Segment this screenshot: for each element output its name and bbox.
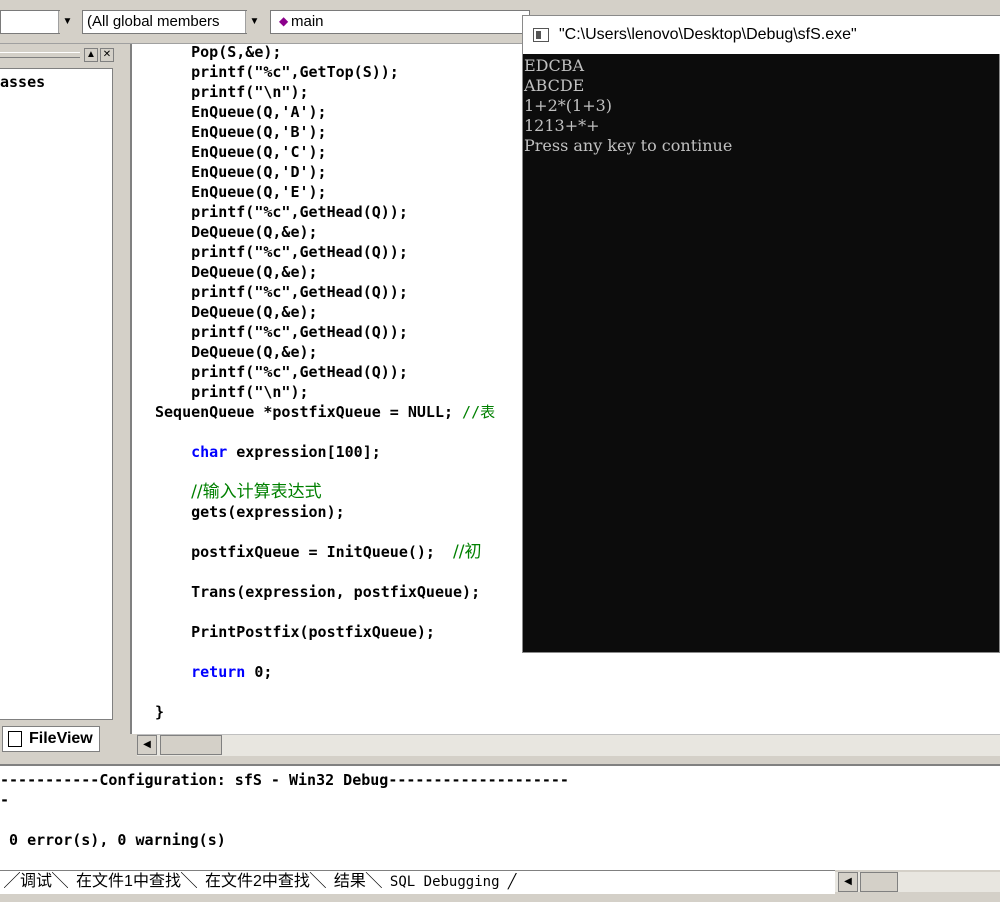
panel-maximize-button[interactable]: ▲ (84, 48, 98, 62)
code-text: } (155, 703, 165, 721)
code-line-return: return 0; (155, 662, 272, 682)
tab-results-label: 结果 (333, 873, 366, 890)
code-text: 0; (245, 663, 273, 681)
code-text: gets(expression); (191, 503, 345, 521)
keyword-char: char (191, 443, 228, 461)
code-line-trans: Trans(expression, postfixQueue); (155, 582, 480, 602)
code-line: printf("%c",GetHead(Q)); (155, 203, 408, 221)
class-tree[interactable]: asses (0, 68, 113, 720)
tab-find-in-files-2[interactable]: 在文件2中查找╲ (201, 871, 330, 893)
class-combo[interactable] (0, 10, 60, 34)
tab-fileview-label: FileView (29, 730, 93, 747)
code-line-char-decl: char expression[100]; (155, 442, 381, 462)
code-line: DeQueue(Q,&e); (155, 343, 318, 361)
code-line: printf("%c",GetTop(S)); (155, 63, 399, 81)
tab-debug-label: 调试 (20, 873, 53, 890)
output-tabs: ╱调试╲ 在文件1中查找╲ 在文件2中查找╲ 结果╲ SQL Debugging ╱ (0, 870, 835, 894)
console-title: "C:\Users\lenovo\Desktop\Debug\sfS.exe" (559, 26, 857, 43)
class-combo-dropdown-button[interactable]: ▼ (58, 11, 76, 33)
code-comment: //表 (462, 403, 496, 421)
keyword-return: return (191, 663, 246, 681)
console-output-line: 1213+*+ (524, 116, 600, 135)
code-comment: //初 (453, 542, 482, 562)
tab-sql-debugging[interactable]: SQL Debugging ╱ (386, 871, 520, 893)
build-dash-line: - (0, 791, 10, 809)
output-panel[interactable]: -----------Configuration: sfS - Win32 De… (0, 764, 1000, 870)
function-icon: ◆ (279, 14, 289, 28)
code-line: DeQueue(Q,&e); (155, 263, 318, 281)
code-comment: //输入计算表达式 (191, 482, 322, 502)
console-window[interactable]: "C:\Users\lenovo\Desktop\Debug\sfS.exe" … (522, 15, 1000, 653)
build-result-line: 0 error(s), 0 warning(s) (0, 831, 226, 849)
tab-results[interactable]: 结果╲ (330, 871, 386, 893)
scroll-thumb[interactable] (860, 872, 898, 892)
code-line-input-comment: //输入计算表达式 (155, 482, 322, 503)
members-combo-dropdown-button[interactable]: ▼ (245, 11, 263, 33)
tree-item-classes[interactable]: asses (0, 73, 45, 91)
code-line: printf("%c",GetHead(Q)); (155, 283, 408, 301)
code-text: postfixQueue = InitQueue(); (191, 543, 454, 561)
function-combo[interactable]: main (270, 10, 530, 34)
code-line: printf("\n"); (155, 83, 309, 101)
code-line: EnQueue(Q,'A'); (155, 103, 327, 121)
scroll-left-arrow-icon[interactable]: ◀ (137, 735, 157, 755)
code-text: PrintPostfix(postfixQueue); (191, 623, 435, 641)
code-line: printf("\n"); (155, 383, 309, 401)
members-combo[interactable]: (All global members (82, 10, 247, 34)
tab-find-in-files-1-label: 在文件1中查找 (76, 873, 181, 890)
file-icon (8, 731, 22, 747)
code-line: EnQueue(Q,'B'); (155, 123, 327, 141)
console-output-line: EDCBA (524, 56, 585, 75)
code-line-gets: gets(expression); (155, 502, 345, 522)
code-line: EnQueue(Q,'D'); (155, 163, 327, 181)
code-line: EnQueue(Q,'E'); (155, 183, 327, 201)
tab-find-in-files-2-label: 在文件2中查找 (204, 873, 310, 890)
code-text: Trans(expression, postfixQueue); (191, 583, 481, 601)
code-line: EnQueue(Q,'C'); (155, 143, 327, 161)
panel-gripper (0, 52, 80, 58)
code-line-init: postfixQueue = InitQueue(); //初 (155, 542, 482, 562)
console-output-line: Press any key to continue (524, 136, 733, 155)
scroll-left-arrow-icon[interactable]: ◀ (838, 872, 858, 892)
scroll-thumb[interactable] (160, 735, 222, 755)
code-line: Pop(S,&e); (155, 43, 282, 61)
console-output-line: 1+2*(1+3) (524, 96, 613, 115)
panel-close-button[interactable]: ✕ (100, 48, 114, 62)
console-app-icon (533, 28, 549, 42)
editor-horizontal-scrollbar[interactable] (137, 734, 1000, 756)
tab-sql-debugging-label: SQL Debugging (389, 874, 500, 890)
code-text: expression[100]; (227, 443, 381, 461)
console-output-line: ABCDE (524, 76, 585, 95)
tab-debug[interactable]: ╱调试╲ (0, 871, 72, 893)
code-line: printf("%c",GetHead(Q)); (155, 323, 408, 341)
code-line-postfix-decl: SequenQueue *postfixQueue = NULL; //表 (155, 402, 495, 422)
tab-fileview[interactable]: FileView (2, 726, 100, 752)
function-combo-value: main (291, 13, 324, 30)
code-line-close-brace: } (155, 702, 164, 722)
code-line: DeQueue(Q,&e); (155, 303, 318, 321)
console-titlebar[interactable]: "C:\Users\lenovo\Desktop\Debug\sfS.exe" (523, 16, 1000, 54)
tab-find-in-files-1[interactable]: 在文件1中查找╲ (72, 871, 201, 893)
code-line-print: PrintPostfix(postfixQueue); (155, 622, 435, 642)
build-config-line: -----------Configuration: sfS - Win32 De… (0, 771, 569, 789)
code-line: DeQueue(Q,&e); (155, 223, 318, 241)
code-line: printf("%c",GetHead(Q)); (155, 243, 408, 261)
code-line: printf("%c",GetHead(Q)); (155, 363, 408, 381)
code-text: SequenQueue *postfixQueue = NULL; (155, 403, 463, 421)
